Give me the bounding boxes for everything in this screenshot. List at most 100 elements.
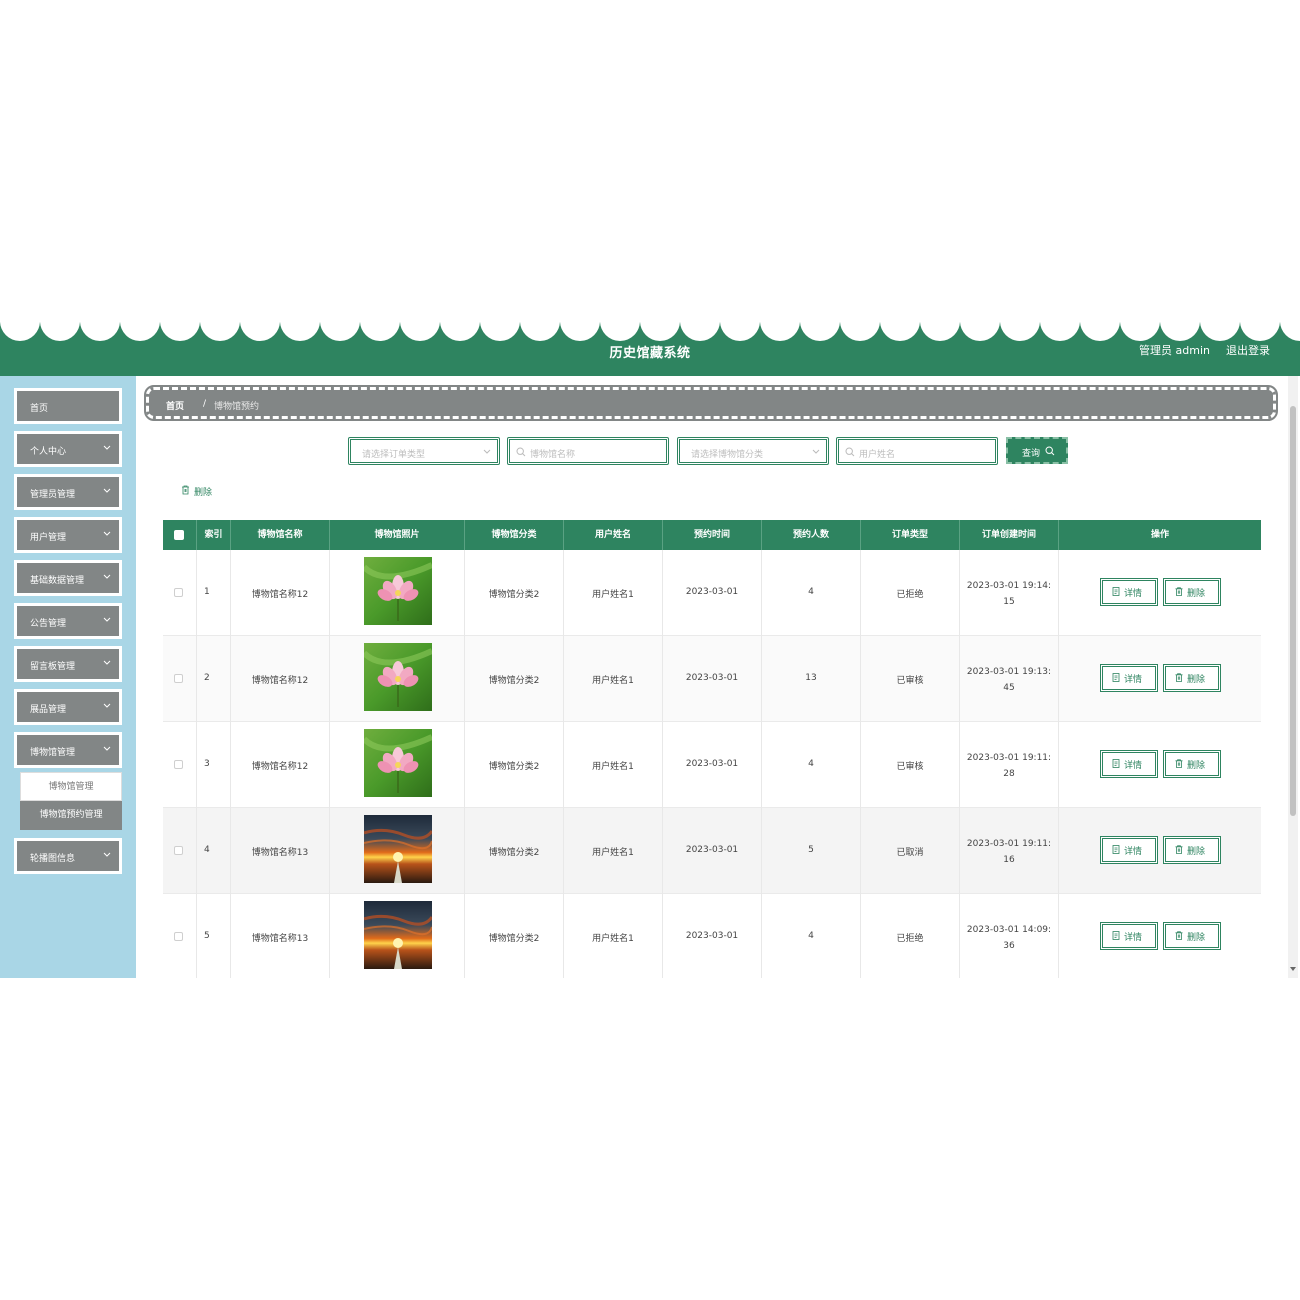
booking-count-cell: 4 <box>762 722 861 808</box>
order-type-cell: 已拒绝 <box>861 894 960 978</box>
chevron-down-icon <box>812 449 820 454</box>
order-type-cell: 已拒绝 <box>861 550 960 636</box>
index-cell: 1 <box>197 550 231 636</box>
actions-cell: 详情 删除 <box>1059 550 1261 636</box>
museum-category-select[interactable]: 请选择博物馆分类 <box>677 437 829 465</box>
created-time-line2: 15 <box>1003 597 1015 607</box>
index-value: 1 <box>204 587 210 597</box>
current-user: 管理员 admin <box>1139 344 1210 357</box>
booking-date-value: 2023-03-01 <box>685 587 739 597</box>
sidebar-item-personal-center[interactable]: 个人中心 <box>14 431 122 467</box>
booking-date-value: 2023-03-01 <box>685 759 739 769</box>
sidebar-item-user-management[interactable]: 用户管理 <box>14 517 122 553</box>
chevron-down-icon <box>103 531 111 536</box>
user-name-cell: 用户姓名1 <box>564 550 663 636</box>
delete-button[interactable]: 删除 <box>1163 578 1221 606</box>
select-all-checkbox[interactable] <box>174 530 184 540</box>
museum-photo-cell <box>330 808 465 894</box>
museum-category-value: 博物馆分类2 <box>488 590 540 600</box>
logout-link[interactable]: 退出登录 <box>1226 342 1270 358</box>
index-cell: 5 <box>197 894 231 978</box>
sidebar-item-message-board[interactable]: 留言板管理 <box>14 646 122 682</box>
row-checkbox[interactable] <box>174 846 183 855</box>
sidebar-item-carousel[interactable]: 轮播图信息 <box>14 838 122 874</box>
order-type-select[interactable]: 请选择订单类型 <box>348 437 500 465</box>
museum-name-cell: 博物馆名称12 <box>231 722 330 808</box>
header-booking-count: 预约人数 <box>762 520 861 550</box>
breadcrumb-home[interactable]: 首页 <box>166 399 184 412</box>
trash-icon <box>1175 587 1183 596</box>
detail-button[interactable]: 详情 <box>1100 664 1158 692</box>
index-value: 4 <box>204 845 210 855</box>
sidebar-item-admin-management[interactable]: 管理员管理 <box>14 474 122 510</box>
breadcrumb-separator: / <box>203 399 207 409</box>
actions-cell: 详情 删除 <box>1059 894 1261 978</box>
actions-cell: 详情 删除 <box>1059 808 1261 894</box>
index-value: 2 <box>204 673 210 683</box>
batch-delete-label: 删除 <box>194 488 213 498</box>
sidebar-item-exhibits[interactable]: 展品管理 <box>14 689 122 725</box>
delete-button-label: 删除 <box>1187 761 1206 771</box>
submenu-item-museum[interactable]: 博物馆管理 <box>20 772 122 801</box>
delete-button[interactable]: 删除 <box>1163 836 1221 864</box>
user-name-value: 用户姓名1 <box>592 934 634 944</box>
query-button[interactable]: 查询 <box>1006 437 1068 464</box>
created-time-value: 2023-03-01 19:11: 28 <box>960 750 1058 782</box>
main-content: 首页 / 博物馆预约 请选择订单类型 博物馆名称 请选择博物馆分类 用户姓名 查… <box>136 376 1300 978</box>
order-type-value: 已拒绝 <box>896 934 924 944</box>
created-time-cell: 2023-03-01 14:09: 36 <box>960 894 1059 978</box>
museum-name-value: 博物馆名称12 <box>251 762 309 772</box>
breadcrumb: 首页 / 博物馆预约 <box>144 385 1278 421</box>
order-type-cell: 已审核 <box>861 636 960 722</box>
delete-button[interactable]: 删除 <box>1163 750 1221 778</box>
order-type-value: 已审核 <box>896 762 924 772</box>
booking-count-value: 13 <box>805 673 817 683</box>
delete-button[interactable]: 删除 <box>1163 664 1221 692</box>
created-time-line2: 28 <box>1003 769 1015 779</box>
trash-icon <box>182 485 189 495</box>
delete-button-label: 删除 <box>1187 847 1206 857</box>
museum-name-value: 博物馆名称13 <box>251 934 309 944</box>
user-name-input[interactable]: 用户姓名 <box>836 437 998 465</box>
created-time-value: 2023-03-01 19:13: 45 <box>960 664 1058 696</box>
museum-category-cell: 博物馆分类2 <box>465 550 564 636</box>
sidebar-item-basic-data[interactable]: 基础数据管理 <box>14 560 122 596</box>
museum-category-cell: 博物馆分类2 <box>465 894 564 978</box>
scrollbar-thumb[interactable] <box>1290 406 1296 816</box>
museum-name-cell: 博物馆名称13 <box>231 808 330 894</box>
vertical-scrollbar[interactable] <box>1288 376 1298 978</box>
row-checkbox[interactable] <box>174 588 183 597</box>
index-value: 3 <box>204 759 210 769</box>
chevron-down-icon <box>103 852 111 857</box>
sidebar-item-museum-management[interactable]: 博物馆管理 <box>14 732 122 768</box>
user-name-placeholder: 用户姓名 <box>859 450 896 460</box>
row-checkbox[interactable] <box>174 674 183 683</box>
museum-photo-cell <box>330 722 465 808</box>
document-icon <box>1112 931 1120 940</box>
sidebar-item-home[interactable]: 首页 <box>14 388 122 424</box>
sidebar-item-notice[interactable]: 公告管理 <box>14 603 122 639</box>
museum-category-cell: 博物馆分类2 <box>465 722 564 808</box>
row-checkbox[interactable] <box>174 760 183 769</box>
created-time-value: 2023-03-01 14:09: 36 <box>960 922 1058 954</box>
detail-button[interactable]: 详情 <box>1100 922 1158 950</box>
museum-name-input[interactable]: 博物馆名称 <box>507 437 669 465</box>
booking-count-value: 5 <box>808 845 814 855</box>
user-name-value: 用户姓名1 <box>592 676 634 686</box>
booking-count-cell: 5 <box>762 808 861 894</box>
row-checkbox[interactable] <box>174 932 183 941</box>
detail-button[interactable]: 详情 <box>1100 578 1158 606</box>
sidebar-item-label: 基础数据管理 <box>30 576 85 586</box>
app-title: 历史馆藏系统 <box>609 346 691 361</box>
submenu-item-museum-booking[interactable]: 博物馆预约管理 <box>20 801 122 830</box>
scroll-down-arrow-icon[interactable] <box>1290 966 1296 972</box>
detail-button[interactable]: 详情 <box>1100 836 1158 864</box>
delete-button[interactable]: 删除 <box>1163 922 1221 950</box>
user-name-value: 用户姓名1 <box>592 762 634 772</box>
row-select-cell <box>163 722 197 808</box>
scallop-border <box>0 322 1300 341</box>
museum-submenu: 博物馆管理 博物馆预约管理 <box>20 772 122 830</box>
detail-button[interactable]: 详情 <box>1100 750 1158 778</box>
sidebar-item-label: 展品管理 <box>30 705 67 715</box>
museum-category-cell: 博物馆分类2 <box>465 808 564 894</box>
